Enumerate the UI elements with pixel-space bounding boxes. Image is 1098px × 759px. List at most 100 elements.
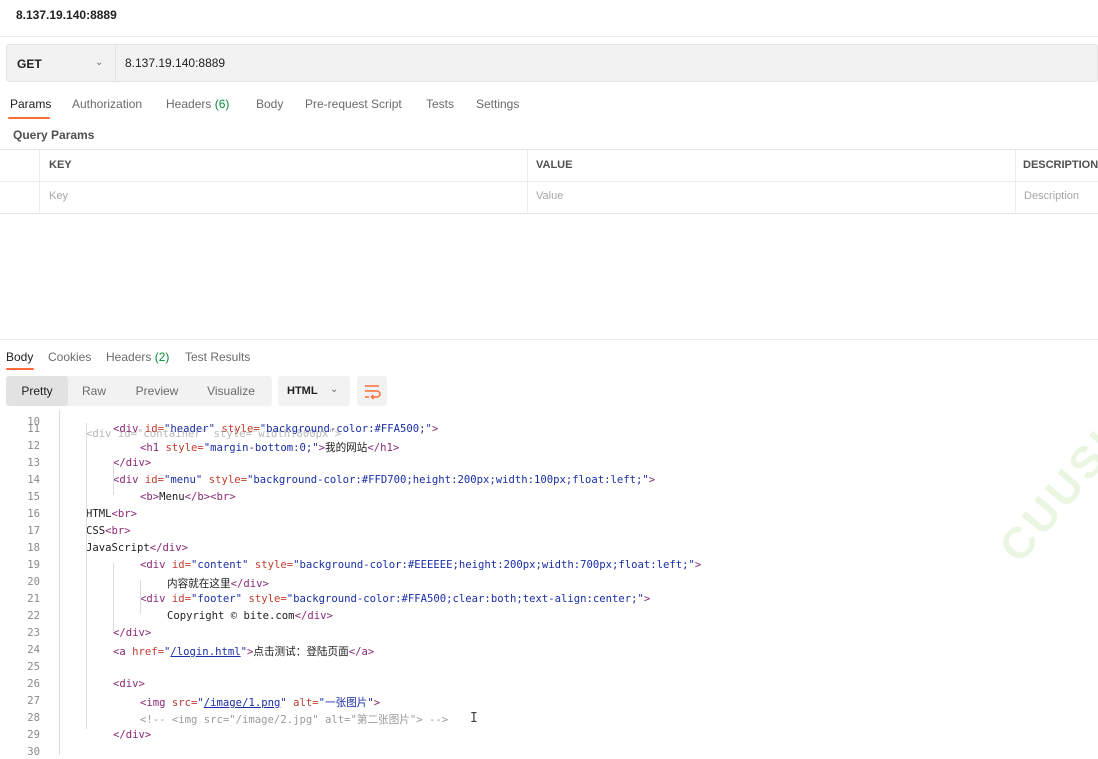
tab-headers-count: (6) (214, 97, 230, 111)
format-label: HTML (287, 385, 318, 397)
tab-tests[interactable]: Tests (426, 97, 454, 111)
code-line: 11 <div id="header" style="background-col… (0, 423, 1098, 440)
code-token: alt= (286, 697, 319, 709)
code-token[interactable]: /login.html (170, 646, 240, 658)
code-token[interactable]: /image/1.png (204, 697, 281, 709)
code-token: id= (144, 423, 165, 435)
line-number: 21 (27, 593, 40, 605)
code-text: CSS<br> (86, 525, 131, 537)
indent-guide (86, 423, 87, 729)
query-params-heading: Query Params (13, 128, 95, 142)
code-text: </div> (113, 729, 151, 741)
code-text: <h1 style="margin-bottom:0;">我的网站</h1> (140, 440, 399, 455)
code-token: <div (113, 474, 145, 486)
method-label: GET (17, 57, 42, 71)
tab-test-results[interactable]: Test Results (185, 350, 250, 364)
tab-body[interactable]: Body (256, 97, 283, 111)
code-line: 24 <a href="/login.html">点击测试：登陆页面</a> (0, 644, 1098, 661)
view-mode-group: Pretty Raw Preview Visualize (6, 376, 272, 406)
code-token: "margin-bottom:0;" (203, 442, 319, 454)
code-token: <a (113, 646, 133, 658)
code-token: </a> (348, 646, 375, 658)
format-select[interactable]: HTML ⌄ (278, 376, 350, 406)
code-token: src= (171, 697, 198, 709)
tab-params[interactable]: Params (10, 97, 51, 111)
column-divider (39, 150, 40, 213)
line-number: 14 (27, 474, 40, 486)
view-visualize-button[interactable]: Visualize (198, 376, 264, 406)
column-divider (527, 150, 528, 213)
code-token: style= (215, 423, 260, 435)
code-line: 26 <div> (0, 678, 1098, 695)
view-pretty-button[interactable]: Pretty (6, 376, 68, 406)
value-input[interactable]: Value (536, 190, 563, 202)
tab-cookies[interactable]: Cookies (48, 350, 91, 364)
code-text: HTML<br> (86, 508, 137, 520)
code-line: 17 CSS<br> (0, 525, 1098, 542)
indent-guide (140, 580, 141, 614)
code-token: <div> (113, 678, 145, 690)
code-token: > (431, 423, 439, 435)
line-number: 22 (27, 610, 40, 622)
view-preview-button[interactable]: Preview (124, 376, 190, 406)
code-text: <!-- <img src="/image/2.jpg" alt="第二张图片"… (140, 712, 448, 727)
tab-response-headers[interactable]: Headers (2) (106, 350, 169, 364)
response-code-viewer[interactable]: 10 <div id="container" style="width:800p… (0, 410, 1098, 759)
description-input[interactable]: Description (1024, 190, 1079, 202)
wrap-lines-button[interactable] (357, 376, 387, 406)
code-token: <div (140, 593, 172, 605)
tab-authorization[interactable]: Authorization (72, 97, 142, 111)
line-number: 20 (27, 576, 40, 588)
code-text: <div id="content" style="background-colo… (140, 559, 701, 571)
line-number: 26 (27, 678, 40, 690)
line-number: 23 (27, 627, 40, 639)
code-text: Copyright © bite.com</div> (167, 610, 333, 622)
url-input[interactable]: 8.137.19.140:8889 (125, 56, 225, 70)
code-token: "background-color:#FFA500;clear:both;tex… (286, 593, 644, 605)
code-token: > (648, 474, 656, 486)
active-tab-indicator (8, 117, 50, 119)
tab-headers-label: Headers (166, 97, 212, 111)
code-token: <br> (111, 508, 138, 520)
code-token: </div> (113, 627, 152, 639)
wrap-lines-icon (365, 385, 381, 400)
code-token: style= (202, 474, 247, 486)
response-view-controls: Pretty Raw Preview Visualize HTML ⌄ (0, 376, 1098, 408)
code-token: <b> (140, 491, 160, 503)
indent-guide (59, 410, 60, 755)
line-number: 17 (27, 525, 40, 537)
code-token: HTML (86, 508, 112, 520)
code-text: <div id="footer" style="background-color… (140, 593, 650, 605)
line-number: 30 (27, 746, 40, 758)
code-token: Menu (159, 491, 185, 503)
request-tabs: Params Authorization Headers (6) Body Pr… (0, 92, 1098, 120)
tab-pre-request-script[interactable]: Pre-request Script (305, 97, 402, 111)
line-number: 18 (27, 542, 40, 554)
code-token: id= (144, 474, 165, 486)
method-select[interactable]: GET ⌄ (7, 45, 116, 81)
request-title-bar: 8.137.19.140:8889 (0, 0, 1098, 37)
code-line: 21 <div id="footer" style="background-col… (0, 593, 1098, 610)
code-token: </div> (149, 542, 189, 554)
code-token: <br> (105, 525, 131, 537)
code-token: "background-color:#EEEEEE;height:200px;w… (293, 559, 695, 571)
code-text: <img src="/image/1.png" alt="一张图片"> (140, 695, 380, 710)
code-token: Copyright © bite.com (167, 610, 295, 622)
tab-response-headers-label: Headers (106, 350, 152, 364)
view-raw-button[interactable]: Raw (72, 376, 116, 406)
tab-settings[interactable]: Settings (476, 97, 519, 111)
code-text: JavaScript</div> (86, 542, 188, 554)
response-divider (0, 339, 1098, 340)
code-line: 28 <!-- <img src="/image/2.jpg" alt="第二张图… (0, 712, 1098, 729)
code-token: "background-color:#FFD700;height:200px;w… (246, 474, 649, 486)
text-cursor-icon: I (470, 711, 478, 726)
code-text: <div id="menu" style="background-color:#… (113, 474, 655, 486)
code-token: style= (242, 593, 287, 605)
code-token: > (694, 559, 702, 571)
code-token: <!-- <img src="/image/2.jpg" alt="第二张图片"… (140, 714, 449, 726)
line-number: 13 (27, 457, 40, 469)
tab-response-body[interactable]: Body (6, 350, 33, 364)
code-token: href= (132, 646, 165, 658)
tab-headers[interactable]: Headers (6) (166, 97, 229, 111)
key-input[interactable]: Key (49, 190, 68, 202)
